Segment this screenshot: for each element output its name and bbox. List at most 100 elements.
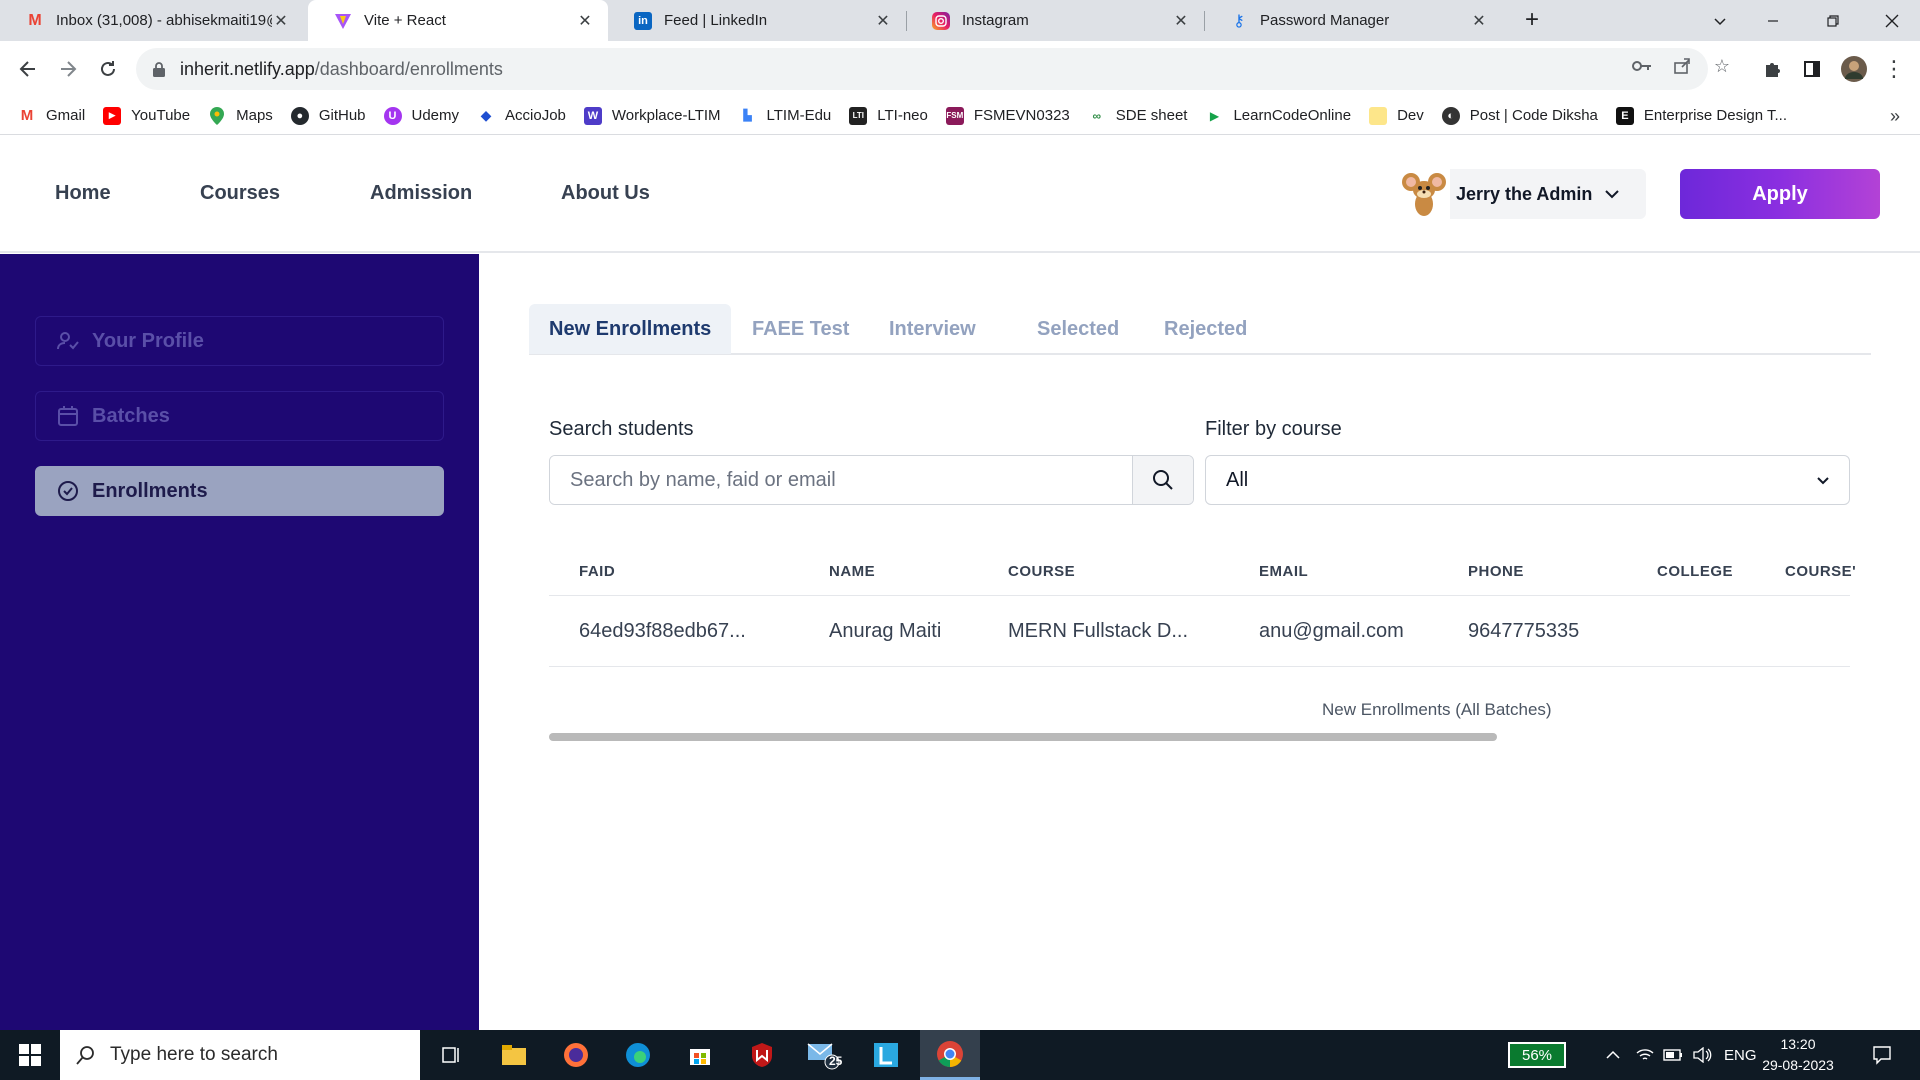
taskbar-search-box[interactable]: Type here to search <box>60 1030 420 1080</box>
mcafee-icon[interactable] <box>734 1030 790 1080</box>
tab-selected[interactable]: Selected <box>1017 304 1139 354</box>
apply-button[interactable]: Apply <box>1680 169 1880 219</box>
search-input[interactable] <box>550 456 1132 504</box>
battery-percentage[interactable]: 56% <box>1508 1042 1566 1068</box>
chrome-icon[interactable] <box>920 1030 980 1080</box>
bookmark-star-icon[interactable]: ☆ <box>1708 52 1736 80</box>
url-path: /dashboard/enrollments <box>314 58 503 79</box>
close-window-button[interactable] <box>1864 0 1920 41</box>
user-menu[interactable]: Jerry the Admin <box>1398 168 1646 220</box>
nav-home[interactable]: Home <box>55 182 111 205</box>
bookmark-dev[interactable]: Dev <box>1369 106 1424 125</box>
back-arrow-icon[interactable] <box>14 55 42 83</box>
column-header-email[interactable]: EMAIL <box>1259 563 1308 580</box>
column-header-course[interactable]: COURSE <box>1008 563 1075 580</box>
bookmark-youtube[interactable]: ▶ YouTube <box>103 106 190 125</box>
check-circle-icon <box>56 479 80 503</box>
new-tab-button[interactable]: + <box>1518 6 1546 34</box>
tab-rejected[interactable]: Rejected <box>1144 304 1267 354</box>
nav-courses[interactable]: Courses <box>200 182 280 205</box>
browser-tab-gmail[interactable]: M Inbox (31,008) - abhisekmaiti19@ ✕ <box>0 0 304 41</box>
more-menu-icon[interactable]: ⋮ <box>1880 55 1908 83</box>
volume-icon[interactable] <box>1690 1030 1716 1080</box>
lti-neo-icon: LTI <box>849 106 868 125</box>
user-name: Jerry the Admin <box>1456 183 1593 204</box>
column-header-phone[interactable]: PHONE <box>1468 563 1524 580</box>
microsoft-store-icon[interactable] <box>672 1030 728 1080</box>
browser-tab-vite[interactable]: Vite + React ✕ <box>308 0 608 41</box>
show-hidden-icons-icon[interactable] <box>1600 1030 1626 1080</box>
tab-faee-test[interactable]: FAEE Test <box>732 304 869 354</box>
bookmark-ltim-edu[interactable]: ▙ LTIM-Edu <box>739 107 831 125</box>
close-icon[interactable]: ✕ <box>1172 11 1190 31</box>
extensions-puzzle-icon[interactable] <box>1758 55 1786 83</box>
more-bookmarks-icon[interactable]: » <box>1890 106 1900 127</box>
bookmark-fsmevn[interactable]: FSM FSMEVN0323 <box>945 106 1070 125</box>
sidebar-item-label: Enrollments <box>92 479 208 502</box>
close-icon[interactable]: ✕ <box>576 11 594 31</box>
bookmark-acciojob[interactable]: ◆ AccioJob <box>477 107 566 125</box>
bookmark-workplace[interactable]: W Workplace-LTIM <box>583 106 721 125</box>
start-button[interactable] <box>0 1030 60 1080</box>
browser-tab-linkedin[interactable]: in Feed | LinkedIn ✕ <box>608 0 906 41</box>
horizontal-scrollbar[interactable] <box>549 733 1497 741</box>
tab-new-enrollments[interactable]: New Enrollments <box>529 304 732 354</box>
file-explorer-icon[interactable] <box>486 1030 542 1080</box>
share-icon[interactable] <box>1668 52 1696 80</box>
bookmark-enterprise-design[interactable]: E Enterprise Design T... <box>1615 106 1787 125</box>
tab-interview[interactable]: Interview <box>869 304 996 354</box>
course-filter-select[interactable]: All <box>1205 455 1850 505</box>
close-icon[interactable]: ✕ <box>1470 11 1488 31</box>
reload-icon[interactable] <box>94 55 122 83</box>
bookmark-learncodeonline[interactable]: ▶ LearnCodeOnline <box>1205 107 1351 125</box>
sidebar-item-your-profile[interactable]: Your Profile <box>35 316 444 366</box>
table-row[interactable]: 64ed93f88edb67... Anurag Maiti MERN Full… <box>549 596 1850 667</box>
browser-tab-instagram[interactable]: Instagram ✕ <box>906 0 1204 41</box>
lightshot-icon[interactable] <box>858 1030 914 1080</box>
mail-icon[interactable]: 25 <box>796 1030 852 1080</box>
forward-arrow-icon[interactable] <box>54 55 82 83</box>
bookmark-label: Udemy <box>411 107 460 124</box>
column-header-college[interactable]: COLLEGE <box>1657 563 1733 580</box>
search-button[interactable] <box>1132 456 1193 504</box>
minimize-button[interactable] <box>1745 0 1801 41</box>
bookmark-udemy[interactable]: U Udemy <box>383 106 460 125</box>
bookmark-label: FSMEVN0323 <box>973 107 1070 124</box>
tab-title: Vite + React <box>364 12 446 29</box>
sidebar-item-enrollments[interactable]: Enrollments <box>35 466 444 516</box>
profile-avatar-icon[interactable] <box>1840 55 1868 83</box>
column-header-name[interactable]: NAME <box>829 563 875 580</box>
password-key-icon[interactable] <box>1628 52 1656 80</box>
nav-admission[interactable]: Admission <box>370 182 472 205</box>
tab-title: Password Manager <box>1260 12 1390 29</box>
sidebar-item-batches[interactable]: Batches <box>35 391 444 441</box>
task-view-icon[interactable] <box>422 1030 478 1080</box>
notifications-icon[interactable] <box>1862 1030 1902 1080</box>
bookmark-sde-sheet[interactable]: ∞ SDE sheet <box>1088 107 1187 125</box>
address-bar[interactable]: inherit.netlify.app/dashboard/enrollment… <box>136 48 1708 90</box>
fsm-icon: FSM <box>945 106 964 125</box>
bookmark-code-diksha[interactable]: ◐ Post | Code Diksha <box>1441 106 1598 125</box>
wifi-icon[interactable] <box>1632 1030 1658 1080</box>
edge-icon[interactable] <box>610 1030 666 1080</box>
column-header-course-2[interactable]: COURSE' <box>1785 563 1856 580</box>
bookmark-lti-neo[interactable]: LTI LTI-neo <box>849 106 928 125</box>
battery-icon[interactable] <box>1660 1030 1686 1080</box>
tab-search-chevron-icon[interactable] <box>1692 0 1748 41</box>
table-caption: New Enrollments (All Batches) <box>1322 700 1552 719</box>
restore-button[interactable] <box>1805 0 1861 41</box>
nav-about-us[interactable]: About Us <box>561 182 650 205</box>
system-clock[interactable]: 13:20 29-08-2023 <box>1752 1034 1844 1076</box>
workplace-icon: W <box>583 106 602 125</box>
sidebar-item-label: Your Profile <box>92 329 204 352</box>
column-header-faid[interactable]: FAID <box>579 563 615 580</box>
bookmark-github[interactable]: ● GitHub <box>290 106 366 125</box>
browser-tab-password-manager[interactable]: ⚷ Password Manager ✕ <box>1204 0 1502 41</box>
close-icon[interactable]: ✕ <box>874 11 892 31</box>
bookmark-maps[interactable]: Maps <box>208 106 273 125</box>
side-panel-icon[interactable] <box>1798 55 1826 83</box>
close-icon[interactable]: ✕ <box>272 11 290 31</box>
linkedin-icon: in <box>634 11 652 30</box>
bookmark-gmail[interactable]: M Gmail <box>18 107 85 125</box>
firefox-icon[interactable] <box>548 1030 604 1080</box>
